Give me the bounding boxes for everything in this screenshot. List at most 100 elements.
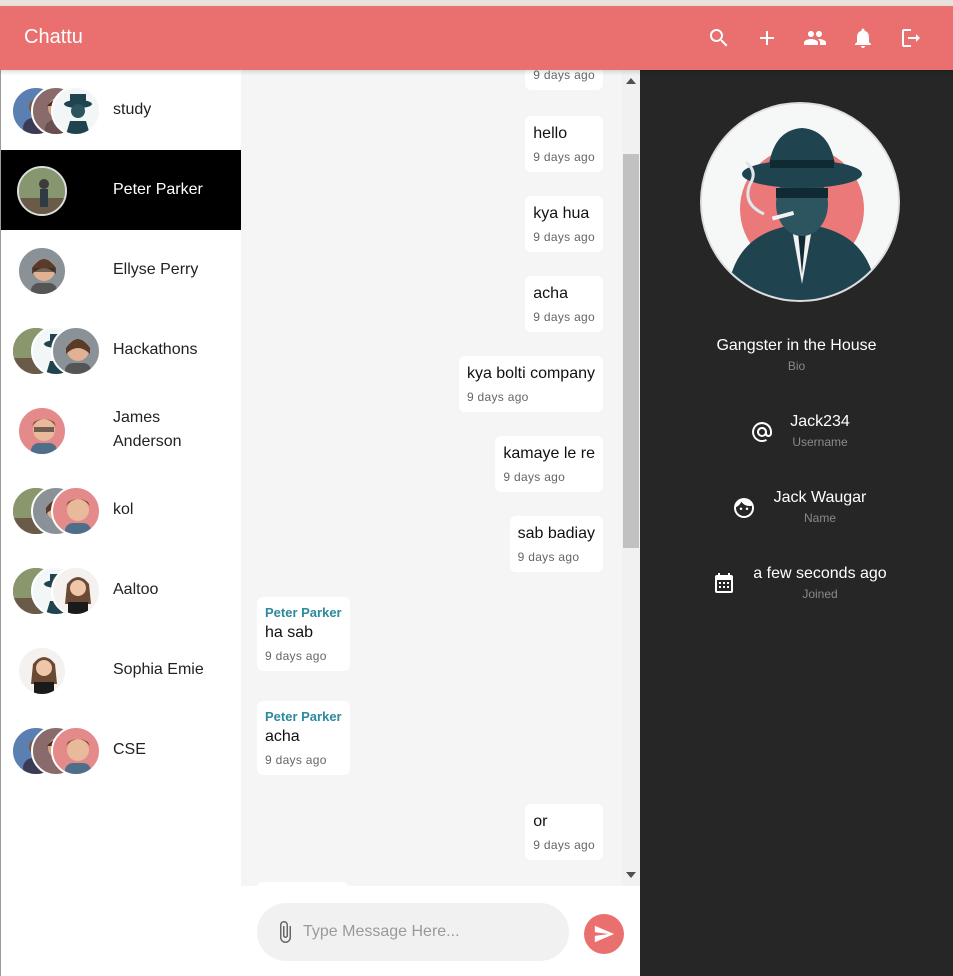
- attachment-icon[interactable]: [273, 920, 297, 944]
- avatar: [51, 486, 101, 536]
- message-time: 9 days ago: [503, 470, 566, 484]
- scroll-down-arrow[interactable]: [626, 872, 636, 878]
- chat-item-hackathons[interactable]: Hackathons: [1, 310, 241, 390]
- message-bubble-mine: or 9 days ago: [525, 804, 603, 860]
- manage-groups-button[interactable]: [791, 24, 839, 52]
- message-text: hello: [533, 125, 568, 142]
- logout-button[interactable]: [887, 24, 935, 52]
- joined-text: a few seconds ago Joined: [748, 564, 892, 601]
- avatar: [17, 166, 67, 216]
- message-text: kya hua: [533, 205, 590, 222]
- add-icon: [760, 31, 774, 45]
- chat-name: CSE: [113, 741, 146, 758]
- message-time: 9 days ago: [517, 550, 580, 564]
- message-text: sab badiay: [517, 525, 595, 542]
- message-sender: Peter Parker: [265, 605, 342, 620]
- notification-icon: [855, 28, 871, 48]
- message-bubble-mine: acha 9 days ago: [525, 276, 603, 332]
- username-value: Jack234: [790, 413, 850, 430]
- bio-label: Bio: [787, 359, 806, 373]
- message-text: acha: [265, 728, 300, 745]
- chat-item-study[interactable]: study: [1, 70, 241, 150]
- message-text: kya bolti company: [466, 365, 595, 382]
- avatar: [17, 406, 67, 456]
- chat-item-james-anderson[interactable]: James Anderson: [1, 390, 241, 470]
- new-group-button[interactable]: [743, 24, 791, 52]
- at-icon: [750, 420, 774, 444]
- search-button[interactable]: [695, 24, 743, 52]
- chat-name: study: [113, 101, 152, 118]
- message-list[interactable]: 9 days ago hello 9 days ago kya hua 9 da…: [241, 70, 621, 886]
- message-time: 9 days ago: [533, 838, 595, 852]
- chat-name: Aaltoo: [113, 581, 159, 598]
- message-bubble-mine: kya hua 9 days ago: [525, 196, 603, 252]
- avatar-wrap: [11, 406, 111, 456]
- message-time: 9 days ago: [466, 390, 529, 404]
- chat-name: James Anderson: [113, 409, 182, 450]
- chat-name: Peter Parker: [113, 181, 203, 198]
- message-bubble-mine: kamaye le re 9 days ago: [495, 436, 603, 492]
- profile-name: Jack Waugar Name: [640, 488, 953, 532]
- group-avatars: [11, 326, 111, 376]
- group-icon: [804, 31, 826, 45]
- send-icon: [594, 925, 615, 943]
- username-label: Username: [792, 435, 848, 449]
- name-text: Jack Waugar Name: [762, 488, 878, 525]
- notifications-button[interactable]: [839, 24, 887, 52]
- chat-name: Hackathons: [113, 341, 198, 358]
- profile-joined: a few seconds ago Joined: [640, 564, 953, 608]
- message-bubble-mine: hello 9 days ago: [525, 116, 603, 172]
- message-input-wrap: [257, 903, 569, 961]
- message-bubble-mine: kya bolti company 9 days ago: [458, 356, 603, 412]
- scrollbar-thumb[interactable]: [623, 154, 639, 548]
- message-sender: Peter Parker: [265, 709, 342, 724]
- message-scrollbar[interactable]: [622, 70, 640, 886]
- avatar-wrap: [11, 166, 111, 216]
- joined-label: Joined: [802, 587, 838, 601]
- chat-list: study Peter Parker Ellyse Perry Hackatho…: [0, 70, 241, 976]
- name-label: Name: [803, 511, 836, 525]
- app-header: Chattu: [0, 6, 953, 70]
- profile-username: Jack234 Username: [640, 412, 953, 456]
- chat-item-peter-parker[interactable]: Peter Parker: [1, 150, 241, 230]
- scroll-up-arrow[interactable]: [626, 78, 636, 84]
- message-bubble-mine: 9 days ago: [525, 70, 603, 90]
- calendar-icon: [712, 572, 736, 596]
- message-input[interactable]: [303, 917, 553, 947]
- chat-name: kol: [113, 501, 134, 518]
- bio-value: Gangster in the House: [716, 337, 877, 354]
- group-avatars: [11, 486, 111, 536]
- joined-value: a few seconds ago: [753, 565, 887, 582]
- avatar-wrap: [11, 646, 111, 696]
- message-time: 9 days ago: [533, 70, 595, 82]
- message-time: 9 days ago: [533, 310, 595, 324]
- chat-name: Ellyse Perry: [113, 261, 199, 278]
- avatar: [51, 566, 101, 616]
- username-text: Jack234 Username: [780, 412, 860, 449]
- chat-item-ellyse-perry[interactable]: Ellyse Perry: [1, 230, 241, 310]
- group-avatars: [11, 86, 111, 136]
- message-text: acha: [533, 285, 568, 302]
- header-actions: [695, 24, 935, 52]
- message-bubble-mine: sab badiay 9 days ago: [509, 516, 603, 572]
- chat-item-cse[interactable]: CSE: [1, 710, 241, 790]
- chat-window: 9 days ago hello 9 days ago kya hua 9 da…: [241, 70, 640, 976]
- chat-item-sophia-emie[interactable]: Sophia Emie: [1, 630, 241, 710]
- message-bubble-other: Peter Parker acha 9 days ago: [257, 701, 350, 775]
- chat-item-aaltoo[interactable]: Aaltoo: [1, 550, 241, 630]
- avatar: [17, 246, 67, 296]
- app-title: Chattu: [24, 26, 83, 48]
- chat-item-kol[interactable]: kol: [1, 470, 241, 550]
- message-text: ha sab: [265, 624, 314, 641]
- profile-bio: Gangster in the House Bio: [640, 336, 953, 373]
- avatar: [51, 326, 101, 376]
- profile-avatar: [700, 102, 900, 302]
- message-time: 9 days ago: [533, 230, 595, 244]
- face-icon: [732, 496, 756, 520]
- logout-icon: [902, 29, 920, 47]
- message-composer: [241, 886, 640, 976]
- search-icon: [709, 29, 728, 47]
- send-button[interactable]: [584, 914, 624, 954]
- message-time: 9 days ago: [533, 150, 595, 164]
- chat-name: Sophia Emie: [113, 661, 204, 678]
